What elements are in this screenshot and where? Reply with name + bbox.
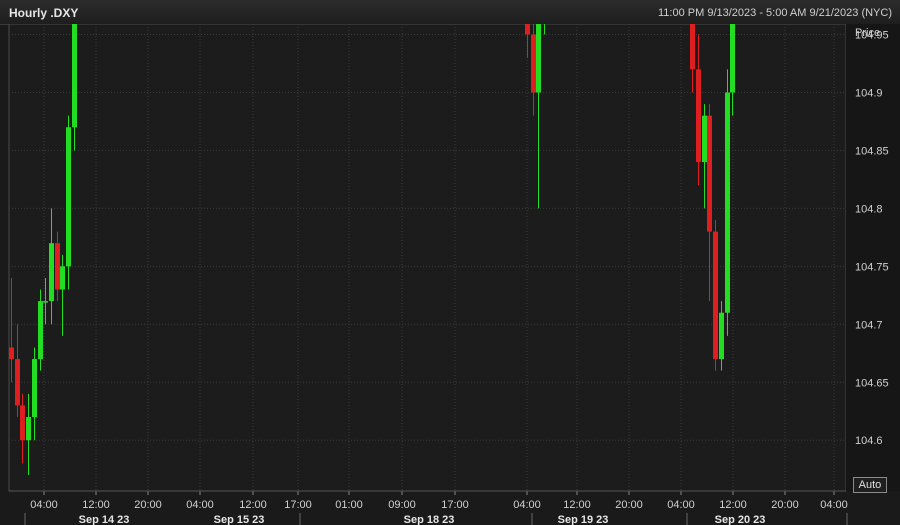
y-tick-label: 104.75 (855, 261, 889, 273)
x-time-label: 12:00 (563, 499, 591, 511)
x-time-label: 12:00 (239, 499, 267, 511)
candle-body-down (9, 347, 14, 360)
y-tick-label: 104.8 (855, 203, 883, 215)
x-time-label: 17:00 (441, 499, 469, 511)
candle-body-down (15, 359, 20, 406)
candle-body-up (60, 266, 65, 290)
x-axis: 04:00 12:00 20:00 04:00 12:00 17:00 01:00 09:00… (9, 490, 848, 525)
x-time-label: 12:00 (82, 499, 110, 511)
candle-body-down (20, 405, 25, 441)
candle-body-down (531, 34, 536, 93)
y-tick-label: 104.65 (855, 377, 889, 389)
grid-lines (8, 24, 900, 492)
y-tick-label: 104.6 (855, 435, 883, 447)
x-date-label: Sep 20 23 (715, 514, 766, 525)
date-range: 11:00 PM 9/13/2023 - 5:00 AM 9/21/2023 (… (658, 7, 892, 19)
x-time-label: 09:00 (388, 499, 416, 511)
x-time-label: 04:00 (186, 499, 214, 511)
candle-body-up (66, 127, 71, 267)
candle-body-up (702, 115, 707, 163)
candle-body-up (26, 417, 31, 441)
x-time-label: 12:00 (719, 499, 747, 511)
candle-body-down (707, 115, 712, 232)
x-time-label: 04:00 (30, 499, 58, 511)
plot-area (8, 24, 847, 492)
x-time-label: 20:00 (771, 499, 799, 511)
candle-body-down (696, 69, 701, 163)
candle-body-down (713, 231, 718, 360)
y-tick-label: 104.7 (855, 319, 883, 331)
candle-body-up (49, 243, 54, 302)
y-tick-label: 104.9 (855, 88, 883, 100)
x-time-label: 04:00 (667, 499, 695, 511)
y-axis-title: Price (855, 27, 880, 39)
candle-body-up (730, 24, 735, 93)
candle-body-up (725, 92, 730, 313)
candle-body-up (536, 24, 541, 93)
candle-body-down (690, 24, 695, 70)
candle-body-up (719, 312, 724, 360)
candle-body-up (38, 301, 43, 360)
x-time-label: 17:00 (284, 499, 312, 511)
x-date-label: Sep 19 23 (558, 514, 609, 525)
candle-body-up (72, 24, 77, 128)
x-time-label: 01:00 (335, 499, 363, 511)
x-time-label: 04:00 (513, 499, 541, 511)
candlestick-chart[interactable]: 105.6105.55105.5105.45105.4105.35105.310… (0, 24, 900, 525)
candle-body-up (32, 359, 37, 418)
x-date-label: Sep 18 23 (404, 514, 455, 525)
candle-body-up (43, 301, 48, 303)
x-time-label: 04:00 (820, 499, 848, 511)
candle-body-down (55, 243, 60, 290)
auto-scale-button[interactable]: Auto (853, 477, 887, 493)
x-time-label: 20:00 (134, 499, 162, 511)
candle-body-down (525, 24, 530, 35)
y-tick-label: 104.85 (855, 145, 889, 157)
x-time-label: 20:00 (615, 499, 643, 511)
x-date-label: Sep 15 23 (214, 514, 265, 525)
chart-header: Hourly .DXY 11:00 PM 9/13/2023 - 5:00 AM… (0, 0, 900, 25)
chart-title: Hourly .DXY (9, 6, 79, 20)
x-date-label: Sep 14 23 (79, 514, 130, 525)
